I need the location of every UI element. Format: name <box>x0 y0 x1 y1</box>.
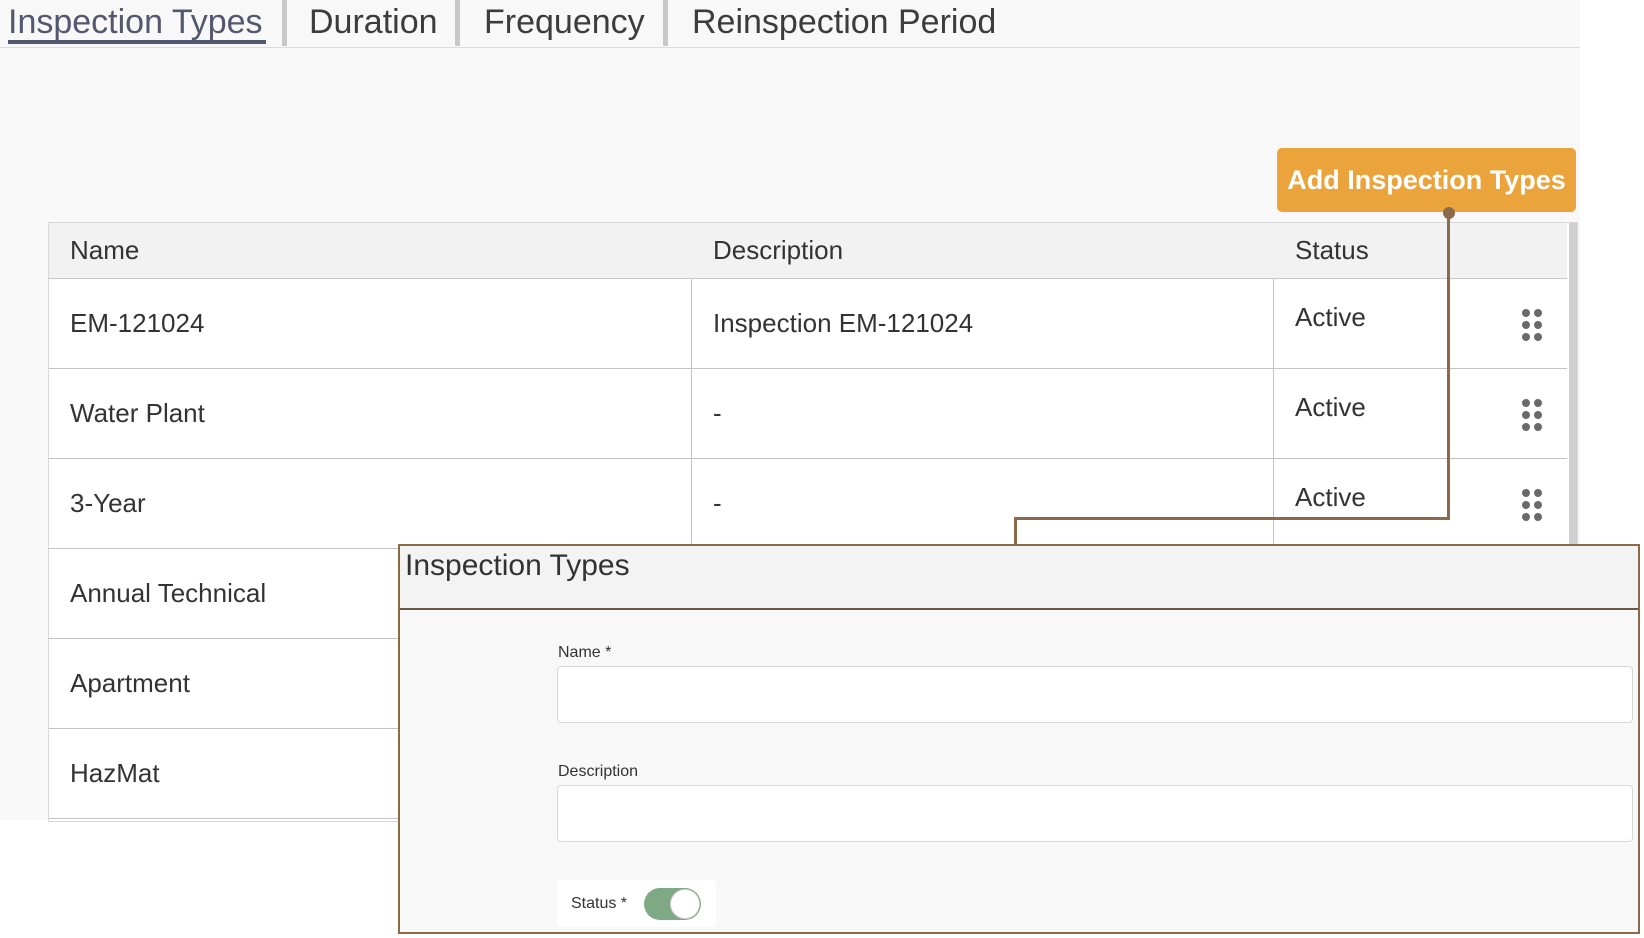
tab-separator <box>282 0 287 46</box>
description-input[interactable] <box>557 785 1633 842</box>
tab-reinspection-period[interactable]: Reinspection Period <box>692 0 996 47</box>
table-row[interactable]: 3-Year - Active <box>49 459 1567 549</box>
cell-divider <box>691 459 692 548</box>
tab-duration[interactable]: Duration <box>309 0 438 47</box>
name-label: Name * <box>558 644 612 661</box>
name-input[interactable] <box>557 666 1633 723</box>
row-name: 3-Year <box>70 488 146 518</box>
tab-separator <box>455 0 460 46</box>
status-label: Status * <box>571 895 628 912</box>
row-status: Active <box>1295 302 1366 332</box>
drag-handle-icon[interactable] <box>1521 489 1543 521</box>
drag-handle-icon[interactable] <box>1521 309 1543 341</box>
add-inspection-types-button[interactable]: Add Inspection Types <box>1277 148 1576 212</box>
active-tab-indicator <box>8 40 266 44</box>
connector-line <box>1014 517 1450 520</box>
table-header: Name Description Status <box>49 223 1567 279</box>
status-toggle[interactable] <box>644 888 701 920</box>
row-description: - <box>713 488 722 518</box>
column-header-status[interactable]: Status <box>1295 223 1369 278</box>
connector-line <box>1014 517 1017 546</box>
connector-line <box>1447 213 1450 520</box>
table-row[interactable]: Water Plant - Active <box>49 369 1567 459</box>
row-name: EM-121024 <box>70 308 205 338</box>
dialog-title: Inspection Types <box>405 549 630 582</box>
row-name: Water Plant <box>70 398 205 428</box>
row-name: Annual Technical <box>70 578 267 608</box>
tab-bar: Inspection Types Duration Frequency Rein… <box>0 0 1580 48</box>
tab-frequency[interactable]: Frequency <box>484 0 645 47</box>
status-field: Status * <box>557 880 716 927</box>
dialog-header: Inspection Types <box>400 546 1638 610</box>
description-label: Description <box>558 763 639 780</box>
cell-divider <box>1273 279 1274 368</box>
row-name: Apartment <box>70 668 190 698</box>
row-name: HazMat <box>70 758 160 788</box>
cell-divider <box>691 279 692 368</box>
cell-divider <box>1273 369 1274 458</box>
row-status: Active <box>1295 392 1366 422</box>
table-row[interactable]: EM-121024 Inspection EM-121024 Active <box>49 279 1567 369</box>
cell-divider <box>691 369 692 458</box>
column-header-name[interactable]: Name <box>70 223 139 278</box>
tab-separator <box>663 0 668 46</box>
column-header-description[interactable]: Description <box>713 223 843 278</box>
toggle-knob <box>670 889 700 919</box>
drag-handle-icon[interactable] <box>1521 399 1543 431</box>
row-description: Inspection EM-121024 <box>713 308 974 338</box>
cell-divider <box>1273 459 1274 548</box>
inspection-types-dialog: Inspection Types Name * Description Stat… <box>398 544 1640 934</box>
row-status: Active <box>1295 482 1366 512</box>
row-description: - <box>713 398 722 428</box>
